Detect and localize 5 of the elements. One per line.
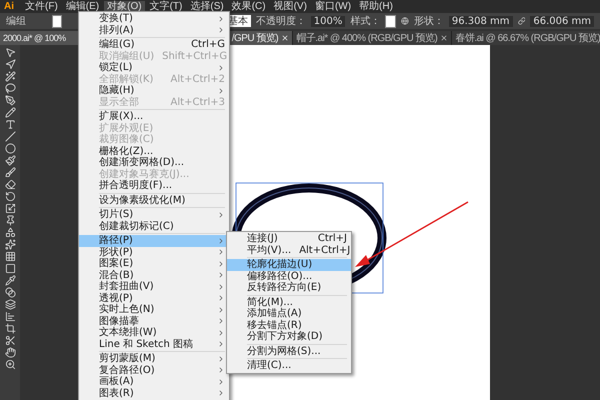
app-logo: Ai — [4, 0, 14, 12]
selection-label: 编组 — [6, 14, 26, 28]
opacity-label: 不透明度： — [256, 14, 306, 28]
shape-label: 形状： — [414, 14, 444, 28]
style-label: 样式： — [350, 14, 380, 28]
